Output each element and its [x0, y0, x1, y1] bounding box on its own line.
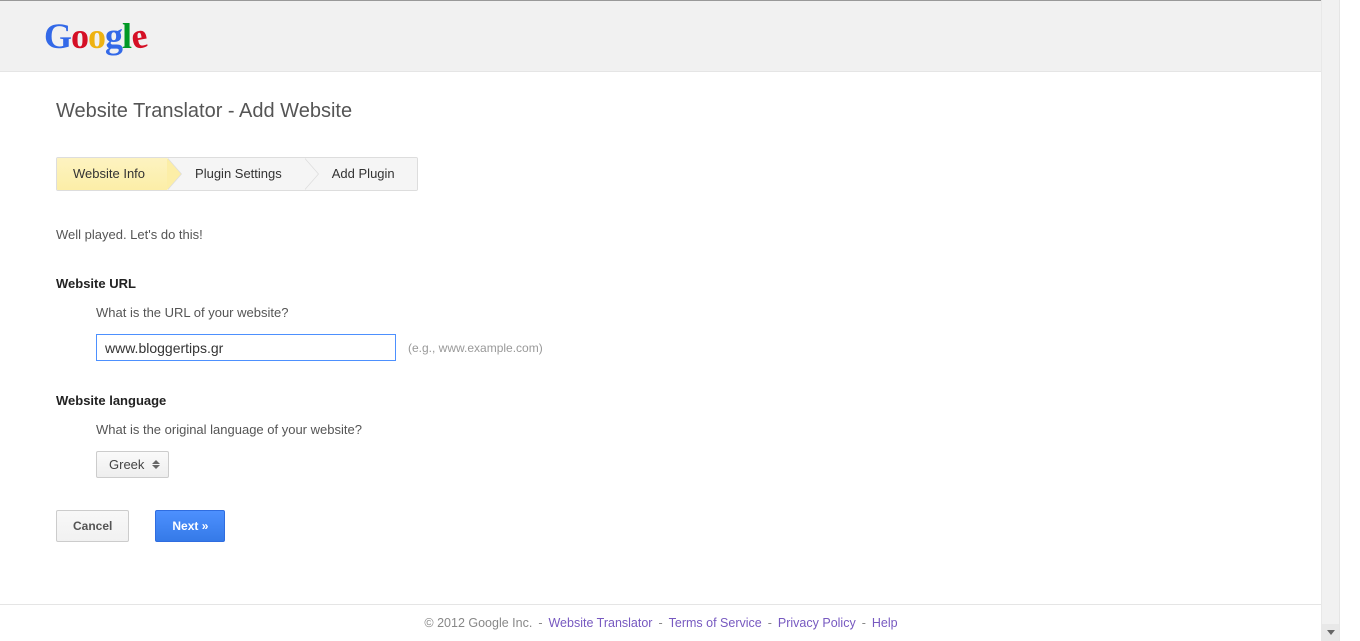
url-question: What is the URL of your website? [96, 305, 1056, 320]
footer-copyright: © 2012 Google Inc. [424, 616, 532, 630]
website-url-input[interactable] [96, 334, 396, 361]
separator: - [768, 616, 772, 630]
chevron-down-icon [1327, 630, 1335, 635]
separator: - [658, 616, 662, 630]
footer-link-terms[interactable]: Terms of Service [669, 616, 762, 630]
next-button[interactable]: Next » [155, 510, 225, 542]
lang-question: What is the original language of your we… [96, 422, 1056, 437]
step-website-info[interactable]: Website Info [57, 158, 167, 190]
footer-link-help[interactable]: Help [872, 616, 898, 630]
top-bar: Google [0, 0, 1322, 72]
lang-heading: Website language [56, 393, 1056, 408]
footer: © 2012 Google Inc. - Website Translator … [0, 604, 1322, 641]
sort-icon [152, 460, 160, 469]
separator: - [538, 616, 542, 630]
step-plugin-settings[interactable]: Plugin Settings [167, 158, 304, 190]
language-select[interactable]: Greek [96, 451, 169, 478]
google-logo[interactable]: Google [44, 15, 146, 57]
button-label: Next » [172, 519, 208, 533]
step-label: Add Plugin [332, 166, 395, 181]
intro-text: Well played. Let's do this! [56, 227, 1056, 242]
button-label: Cancel [73, 519, 112, 533]
footer-link-website-translator[interactable]: Website Translator [548, 616, 652, 630]
footer-link-privacy[interactable]: Privacy Policy [778, 616, 856, 630]
language-selected-value: Greek [109, 457, 144, 472]
step-add-plugin[interactable]: Add Plugin [304, 158, 417, 190]
scrollbar-down-button[interactable] [1322, 624, 1339, 641]
separator: - [862, 616, 866, 630]
scrollbar-track[interactable] [1321, 0, 1339, 641]
url-hint: (e.g., www.example.com) [408, 341, 543, 355]
page-title: Website Translator - Add Website [56, 100, 1056, 123]
main-content: Website Translator - Add Website Website… [0, 72, 1056, 542]
step-label: Plugin Settings [195, 166, 282, 181]
step-breadcrumb: Website Info Plugin Settings Add Plugin [56, 157, 418, 191]
step-label: Website Info [73, 166, 145, 181]
cancel-button[interactable]: Cancel [56, 510, 129, 542]
url-heading: Website URL [56, 276, 1056, 291]
